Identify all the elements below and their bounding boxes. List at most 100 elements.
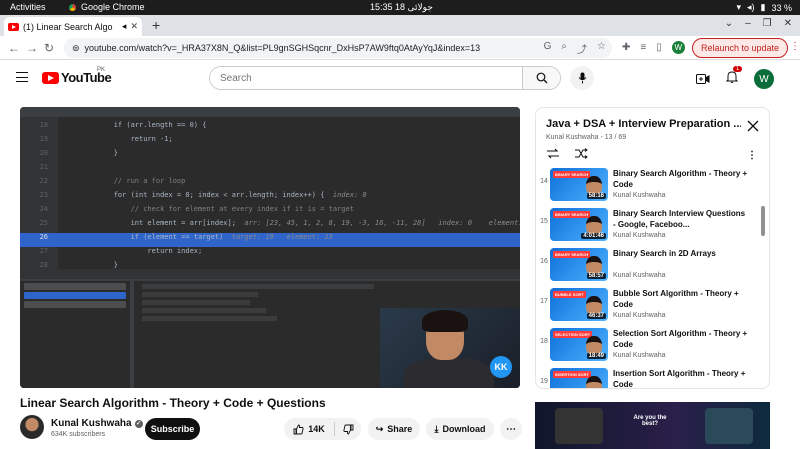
new-tab-icon[interactable]: + bbox=[152, 17, 160, 33]
menu-icon[interactable] bbox=[16, 72, 28, 82]
playlist-item[interactable]: 16 BINARY SEARCH 58:57 Binary Search in 2D … bbox=[536, 246, 769, 286]
channel-name-row[interactable]: Kunal Kushwaha ✓ bbox=[51, 418, 143, 429]
close-tab-icon[interactable]: ✕ bbox=[130, 21, 138, 32]
code-content: if (arr.length == 0) { bbox=[80, 121, 207, 129]
debug-tabs bbox=[20, 269, 520, 279]
search-input[interactable] bbox=[210, 67, 522, 89]
tab-search-icon[interactable]: ⌄ bbox=[725, 18, 733, 29]
line-number: 26 bbox=[39, 233, 48, 241]
playlist-item[interactable]: 17 BUBBLE SORT 46:37 Bubble Sort Algorithm … bbox=[536, 286, 769, 326]
reload-icon[interactable]: ↻ bbox=[44, 41, 54, 55]
battery-icon: ▮ bbox=[760, 2, 766, 12]
browser-tab[interactable]: (1) Linear Search Algo ◂ ✕ bbox=[4, 17, 142, 36]
maximize-icon[interactable]: ❐ bbox=[763, 18, 772, 29]
playlist-video-title[interactable]: Binary Search Algorithm - Theory + Code bbox=[613, 168, 748, 190]
loop-icon[interactable] bbox=[546, 148, 560, 159]
line-number: 20 bbox=[39, 149, 48, 157]
video-thumbnail[interactable]: BINARY SEARCH 58:57 bbox=[550, 248, 608, 281]
channel-name[interactable]: Kunal Kushwaha bbox=[51, 418, 132, 429]
playlist-menu-icon[interactable]: ⋮ bbox=[747, 150, 757, 161]
download-button[interactable]: ⤓ Download bbox=[426, 418, 494, 440]
playlist-item[interactable]: 15 BINARY SEARCH 4:01:46 Binary Search Inte… bbox=[536, 206, 769, 246]
video-thumbnail[interactable]: SELECTION SORT 18:49 bbox=[550, 328, 608, 361]
download-label: Download bbox=[442, 424, 486, 434]
ide-menu-bar bbox=[20, 107, 520, 117]
playlist-title[interactable]: Java + DSA + Interview Preparation ... bbox=[546, 118, 741, 130]
tab-title: (1) Linear Search Algo bbox=[23, 21, 113, 32]
more-actions-button[interactable]: ⋯ bbox=[500, 418, 522, 440]
video-thumbnail[interactable]: INSERTION SORT bbox=[550, 368, 608, 388]
code-content: } bbox=[80, 261, 118, 269]
notification-count: 1 bbox=[733, 66, 743, 72]
voice-search-button[interactable] bbox=[570, 66, 594, 90]
video-thumbnail[interactable]: BINARY SEARCH 4:01:46 bbox=[550, 208, 608, 241]
relaunch-button[interactable]: Relaunch to update bbox=[692, 38, 788, 58]
reading-list-icon[interactable]: ≡ bbox=[640, 42, 646, 53]
bookmark-star-icon[interactable]: ☆ bbox=[597, 41, 606, 56]
google-lens-icon[interactable]: G bbox=[544, 41, 552, 56]
dislike-button[interactable] bbox=[335, 424, 361, 435]
thumbs-down-icon bbox=[342, 424, 353, 434]
video-player[interactable]: 18 if (arr.length == 0) {19 return -1; 20… bbox=[20, 107, 520, 388]
minimize-icon[interactable]: – bbox=[745, 18, 751, 29]
video-thumbnail[interactable]: BUBBLE SORT 46:37 bbox=[550, 288, 608, 321]
address-bar[interactable]: ⊜ youtube.com/watch?v=_HRA37X8N_Q&list=P… bbox=[64, 38, 612, 58]
back-icon[interactable]: ← bbox=[8, 41, 20, 55]
header-actions: 1 W bbox=[696, 66, 774, 89]
channel-watermark[interactable]: KK bbox=[490, 356, 512, 378]
activities-button[interactable]: Activities bbox=[10, 2, 46, 12]
playlist-scrollbar[interactable] bbox=[761, 206, 765, 236]
code-text: } bbox=[80, 149, 118, 157]
playlist-video-author: Kunal Kushwaha bbox=[613, 192, 666, 199]
account-avatar[interactable]: W bbox=[754, 69, 774, 89]
app-menu[interactable]: Google Chrome bbox=[68, 2, 145, 12]
playlist-controls bbox=[546, 148, 588, 159]
thumbnail-label: BUBBLE SORT bbox=[553, 291, 586, 298]
close-playlist-icon[interactable] bbox=[747, 120, 759, 132]
playlist-item[interactable]: 18 SELECTION SORT 18:49 Selection Sort Algo… bbox=[536, 326, 769, 366]
audio-icon[interactable]: ◂ bbox=[122, 21, 127, 32]
code-line: 23 for (int index = 0; index < arr.lengt… bbox=[20, 191, 520, 205]
playlist-video-title[interactable]: Bubble Sort Algorithm - Theory + Code bbox=[613, 288, 748, 310]
code-text: return -1; bbox=[80, 135, 173, 143]
thumbnail-label: SELECTION SORT bbox=[553, 331, 593, 338]
system-tray[interactable]: ▾ ◂) ▮ 33 % bbox=[736, 2, 792, 13]
notifications-button[interactable]: 1 bbox=[725, 66, 743, 88]
video-thumbnail[interactable]: BINARY SEARCH 58:16 bbox=[550, 168, 608, 201]
video-duration: 18:49 bbox=[586, 353, 606, 359]
playlist-video-title[interactable]: Binary Search Interview Questions - Goog… bbox=[613, 208, 748, 230]
variable-row bbox=[142, 308, 266, 313]
playlist-video-title[interactable]: Insertion Sort Algorithm - Theory + Code bbox=[613, 368, 748, 388]
profile-avatar[interactable]: W bbox=[671, 41, 685, 54]
zoom-icon[interactable]: ⌕ bbox=[561, 41, 567, 56]
more-menu-icon[interactable]: ⋮ bbox=[790, 41, 800, 52]
code-content: // check for element at every index if i… bbox=[80, 205, 354, 213]
create-video-icon[interactable] bbox=[696, 73, 710, 85]
close-window-icon[interactable]: ✕ bbox=[784, 18, 792, 29]
channel-avatar[interactable] bbox=[20, 415, 44, 439]
code-line: 20 } bbox=[20, 149, 520, 163]
clock[interactable]: 15:35 18 جولائی bbox=[370, 2, 433, 13]
share-button[interactable]: ↪ Share bbox=[368, 418, 420, 440]
playlist-item[interactable]: 14 BINARY SEARCH 58:16 Binary Search Algori… bbox=[536, 166, 769, 206]
playlist-item[interactable]: 19 INSERTION SORT Insertion Sort Algorithm… bbox=[536, 366, 769, 388]
ad-banner[interactable]: Are you the best? bbox=[535, 402, 770, 449]
playlist-index: 18 bbox=[540, 338, 548, 345]
extensions-icon[interactable]: ✚ bbox=[622, 42, 630, 53]
playlist-video-title[interactable]: Selection Sort Algorithm - Theory + Code bbox=[613, 328, 748, 350]
frame-row bbox=[24, 283, 126, 290]
subscribe-button[interactable]: Subscribe bbox=[145, 418, 200, 440]
download-icon: ⤓ bbox=[434, 423, 439, 434]
chrome-icon bbox=[68, 2, 77, 12]
playlist-panel: Java + DSA + Interview Preparation ... K… bbox=[535, 107, 770, 389]
site-info-icon[interactable]: ⊜ bbox=[72, 43, 80, 54]
forward-icon[interactable]: → bbox=[26, 41, 38, 55]
code-content: for (int index = 0; index < arr.length; … bbox=[80, 191, 325, 199]
playlist-video-title[interactable]: Binary Search in 2D Arrays bbox=[613, 248, 748, 259]
search-button[interactable] bbox=[522, 67, 560, 89]
like-button[interactable]: 14K bbox=[284, 422, 335, 436]
video-title: Linear Search Algorithm - Theory + Code … bbox=[20, 396, 326, 410]
share-icon[interactable]: ⤴ bbox=[577, 41, 587, 56]
shuffle-icon[interactable] bbox=[574, 148, 588, 159]
side-panel-icon[interactable]: ▯ bbox=[656, 42, 662, 53]
